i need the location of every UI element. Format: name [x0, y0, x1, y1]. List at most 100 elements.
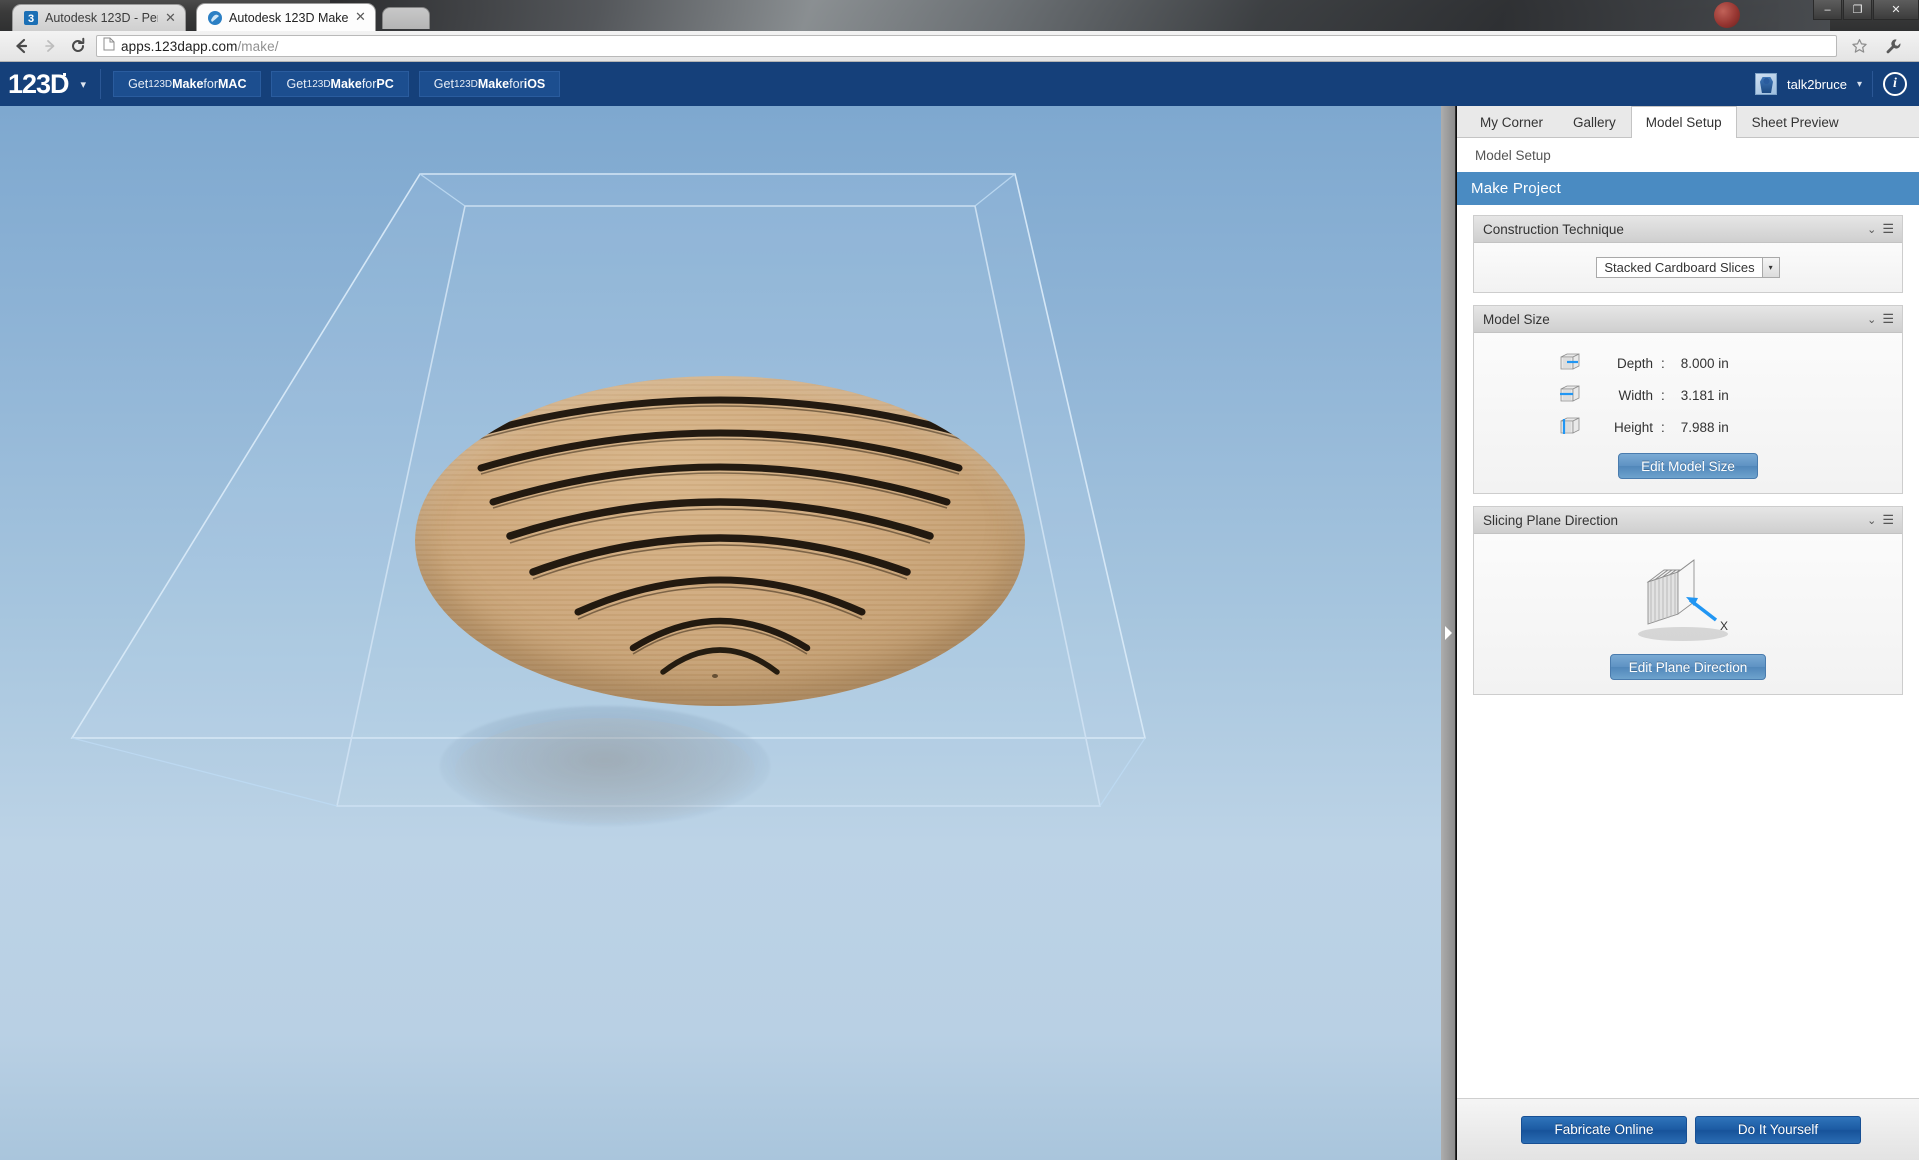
section-slicing-plane-direction: Slicing Plane Direction ⌄ ☰: [1473, 506, 1903, 695]
tab-my-corner[interactable]: My Corner: [1465, 106, 1558, 137]
section-model-size-body: Depth : 8.000 in Width : 3.181 in: [1474, 333, 1902, 493]
dimension-row-width: Width : 3.181 in: [1557, 384, 1819, 406]
panel-content: Construction Technique ⌄ ☰ Stacked Cardb…: [1457, 205, 1919, 1098]
model-center-dot: [712, 674, 718, 678]
browser-tab-1-title: Autodesk 123D - Personal F: [45, 11, 158, 25]
dimension-row-height: Height : 7.988 in: [1557, 416, 1819, 438]
dimension-colon-height: :: [1661, 420, 1665, 435]
stacked-cardboard-dome-model[interactable]: [415, 376, 1025, 706]
height-slices-icon: [1557, 416, 1583, 438]
dimension-colon-width: :: [1661, 388, 1665, 403]
logo-chevron-down-icon[interactable]: ▾: [81, 78, 87, 91]
model-viewport[interactable]: [0, 106, 1456, 1160]
fabricate-online-button[interactable]: Fabricate Online: [1521, 1116, 1687, 1144]
panel-expand-arrow-icon[interactable]: [1443, 625, 1453, 641]
appbar-right-divider: [1872, 71, 1873, 97]
tab-gallery[interactable]: Gallery: [1558, 106, 1631, 137]
address-bar-url: apps.123dapp.com/make/: [121, 39, 279, 54]
width-slices-icon: [1557, 384, 1583, 406]
get-ios-strong: Make: [478, 77, 509, 91]
window-minimize-button[interactable]: –: [1813, 0, 1842, 20]
dimension-value-width: 3.181 in: [1681, 388, 1729, 403]
do-it-yourself-button[interactable]: Do It Yourself: [1695, 1116, 1861, 1144]
depth-slices-icon: [1557, 352, 1583, 374]
browser-toolbar-right: [1845, 33, 1911, 59]
reload-icon[interactable]: [64, 33, 92, 59]
browser-tab-2-title: Autodesk 123D Make - free: [229, 11, 348, 25]
app-header: 123D ▾ Get 123D Make for MAC Get 123D Ma…: [0, 62, 1919, 106]
section-model-size-title: Model Size: [1483, 312, 1867, 327]
section-slicing-plane-direction-title: Slicing Plane Direction: [1483, 513, 1867, 528]
123d-logo[interactable]: 123D: [0, 69, 69, 100]
edit-model-size-button[interactable]: Edit Model Size: [1618, 453, 1758, 479]
get-123d-make-pc-button[interactable]: Get 123D Make for PC: [271, 71, 408, 97]
browser-tab-2-close-icon[interactable]: ✕: [354, 11, 367, 24]
new-tab-button[interactable]: [382, 7, 430, 29]
user-chevron-down-icon[interactable]: ▾: [1857, 79, 1862, 90]
logo-dot: [63, 73, 66, 76]
url-path: /make/: [237, 39, 278, 54]
dimension-value-height: 7.988 in: [1681, 420, 1729, 435]
construction-technique-value: Stacked Cardboard Slices: [1597, 258, 1761, 277]
chevron-down-icon[interactable]: ⌄: [1867, 313, 1876, 326]
get-123d-make-mac-button[interactable]: Get 123D Make for MAC: [113, 71, 261, 97]
hamburger-menu-icon[interactable]: ☰: [1882, 515, 1894, 525]
page-icon: [103, 37, 115, 56]
tab-model-setup[interactable]: Model Setup: [1631, 106, 1737, 138]
url-host: apps.123dapp.com: [121, 39, 237, 54]
model-slice-gaps: [415, 376, 1025, 706]
section-construction-technique: Construction Technique ⌄ ☰ Stacked Cardb…: [1473, 215, 1903, 293]
panel-splitter[interactable]: [1441, 106, 1456, 1160]
get-123d-make-ios-button[interactable]: Get 123D Make for iOS: [419, 71, 560, 97]
browser-tab-1-close-icon[interactable]: ✕: [164, 12, 177, 25]
get-mac-target: MAC: [218, 77, 246, 91]
dimension-label-height: Height: [1591, 420, 1653, 435]
forward-arrow-icon[interactable]: [36, 33, 64, 59]
axis-label-x: X: [1720, 619, 1728, 633]
section-slicing-plane-direction-body: X Edit Plane Direction: [1474, 534, 1902, 694]
browser-tab-2[interactable]: Autodesk 123D Make - free ✕: [196, 3, 376, 31]
get-mac-strong: Make: [172, 77, 203, 91]
get-ios-post: for: [509, 77, 524, 91]
get-mac-mid: 123D: [148, 79, 172, 90]
section-model-size-header[interactable]: Model Size ⌄ ☰: [1474, 306, 1902, 333]
123d-logo-text: 123D: [8, 69, 69, 99]
get-ios-target: iOS: [524, 77, 546, 91]
browser-toolbar: apps.123dapp.com/make/: [0, 31, 1919, 62]
browser-tabstrip: 3 Autodesk 123D - Personal F ✕ Autodesk …: [0, 0, 1919, 31]
dimension-value-depth: 8.000 in: [1681, 356, 1729, 371]
browser-tab-1[interactable]: 3 Autodesk 123D - Personal F ✕: [12, 4, 186, 31]
section-construction-technique-header[interactable]: Construction Technique ⌄ ☰: [1474, 216, 1902, 243]
123d-make-favicon: [207, 10, 223, 26]
star-icon[interactable]: [1845, 33, 1873, 59]
hamburger-menu-icon[interactable]: ☰: [1882, 224, 1894, 234]
edit-plane-direction-button[interactable]: Edit Plane Direction: [1610, 654, 1767, 680]
appbar-divider: [100, 69, 101, 99]
chevron-down-icon[interactable]: ⌄: [1867, 514, 1876, 527]
get-pc-pre: Get: [286, 77, 306, 91]
get-mac-post: for: [203, 77, 218, 91]
dimension-row-depth: Depth : 8.000 in: [1557, 352, 1819, 374]
get-pc-strong: Make: [331, 77, 362, 91]
window-background-image: [330, 0, 1830, 31]
get-pc-post: for: [362, 77, 377, 91]
window-maximize-button[interactable]: ❐: [1843, 0, 1872, 20]
hamburger-menu-icon[interactable]: ☰: [1882, 314, 1894, 324]
wrench-icon[interactable]: [1879, 33, 1907, 59]
get-pc-target: PC: [376, 77, 393, 91]
dimension-label-depth: Depth: [1591, 356, 1653, 371]
address-bar[interactable]: apps.123dapp.com/make/: [96, 35, 1837, 57]
back-arrow-icon[interactable]: [8, 33, 36, 59]
info-icon[interactable]: i: [1883, 72, 1907, 96]
avatar[interactable]: [1755, 73, 1777, 95]
construction-technique-select[interactable]: Stacked Cardboard Slices ▾: [1596, 257, 1779, 278]
chevron-down-icon[interactable]: ▾: [1762, 258, 1779, 277]
get-pc-mid: 123D: [307, 79, 331, 90]
section-slicing-plane-direction-header[interactable]: Slicing Plane Direction ⌄ ☰: [1474, 507, 1902, 534]
username-label: talk2bruce: [1787, 77, 1847, 92]
chevron-down-icon[interactable]: ⌄: [1867, 223, 1876, 236]
model-reflection: [455, 718, 755, 823]
tab-sheet-preview[interactable]: Sheet Preview: [1737, 106, 1854, 137]
window-close-button[interactable]: ✕: [1873, 0, 1919, 20]
panel-tabbar: My Corner Gallery Model Setup Sheet Prev…: [1457, 106, 1919, 138]
